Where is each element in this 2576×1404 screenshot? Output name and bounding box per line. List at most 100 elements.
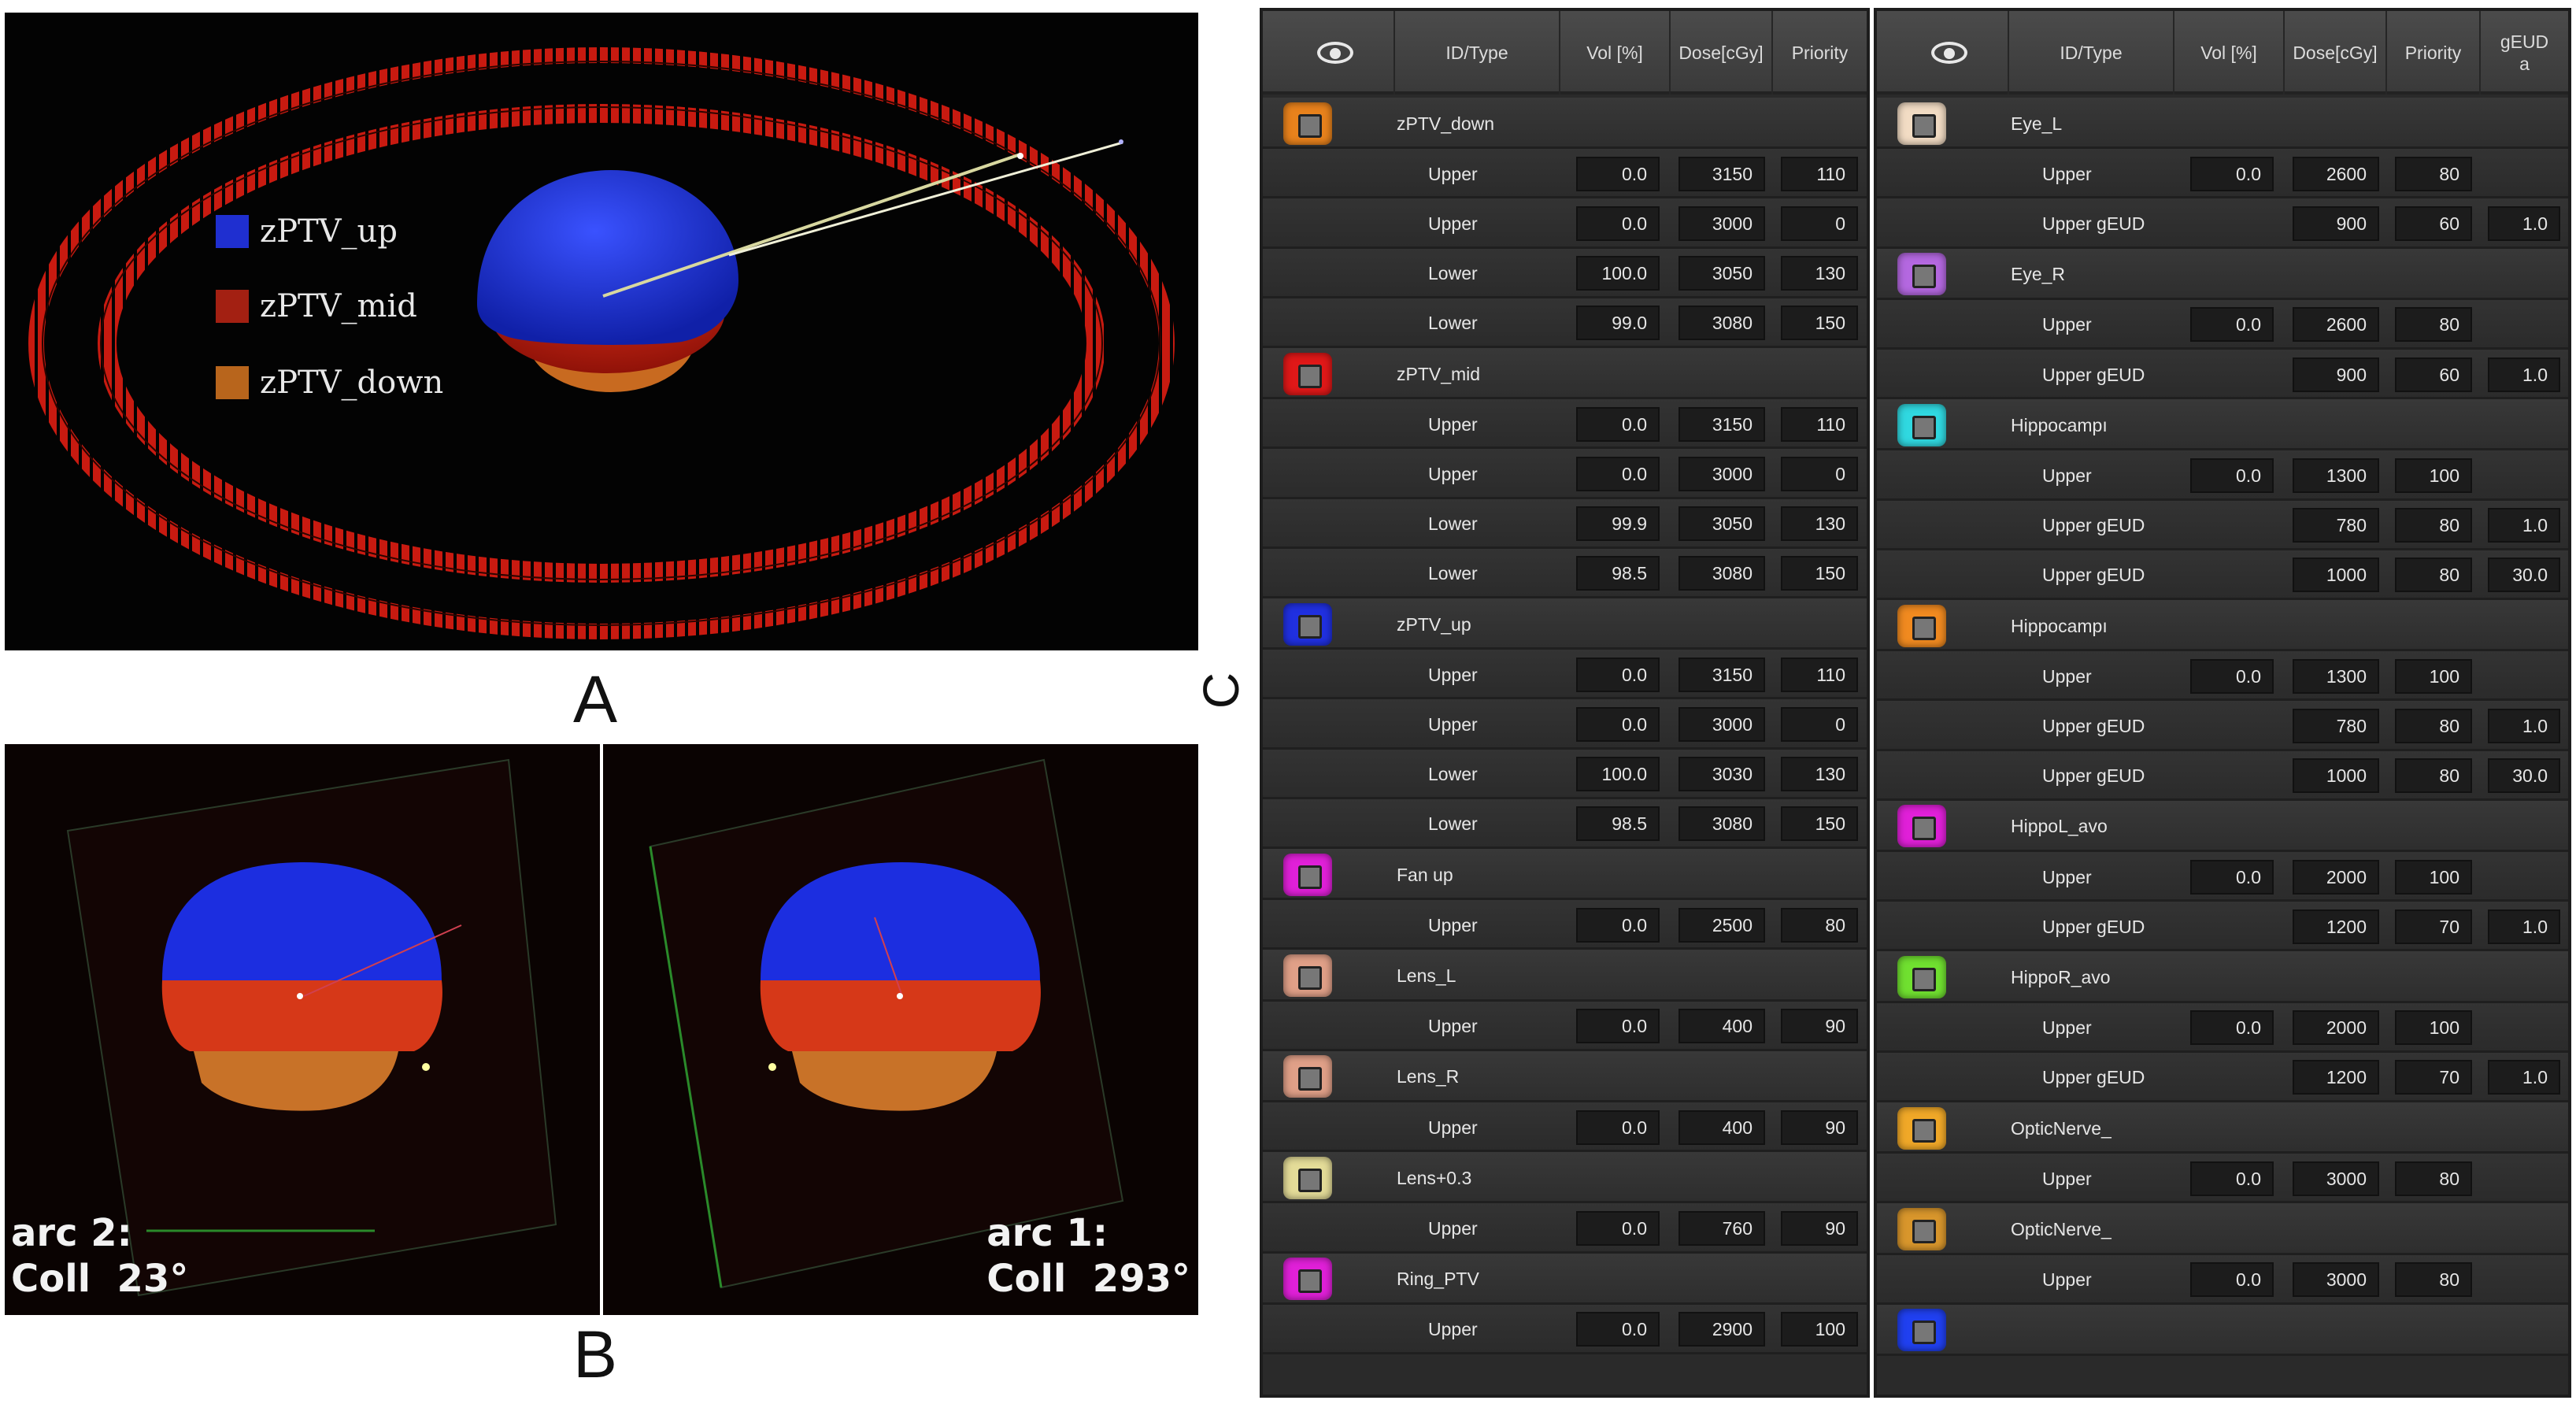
dose-field[interactable]: 1300 xyxy=(2293,658,2379,694)
geud-a-field[interactable]: 1.0 xyxy=(2488,357,2560,392)
constraint-row[interactable]: Lower 99.9 3050 130 xyxy=(1263,498,1867,549)
constraint-row[interactable]: Upper 0.0 1300 100 xyxy=(1877,450,2568,501)
constraint-row[interactable]: Upper 0.0 2500 80 xyxy=(1263,900,1867,950)
priority-field[interactable]: 0 xyxy=(1781,706,1858,742)
volume-field[interactable]: 0.0 xyxy=(1576,456,1660,491)
volume-field[interactable]: 0.0 xyxy=(1576,907,1660,943)
dose-field[interactable]: 2500 xyxy=(1678,907,1765,943)
constraint-row[interactable]: Upper gEUD 780 80 1.0 xyxy=(1877,500,2568,550)
structure-color-toggle[interactable] xyxy=(1283,1156,1332,1199)
constraint-row[interactable]: Upper gEUD 1000 80 30.0 xyxy=(1877,550,2568,600)
priority-field[interactable]: 100 xyxy=(2395,658,2472,694)
priority-field[interactable]: 60 xyxy=(2395,206,2472,241)
dose-field[interactable]: 400 xyxy=(1678,1009,1765,1044)
constraint-row[interactable]: Upper 0.0 760 90 xyxy=(1263,1203,1867,1254)
structure-color-toggle[interactable] xyxy=(1283,954,1332,997)
structure-row[interactable]: Fan up xyxy=(1263,849,1867,901)
structure-color-toggle[interactable] xyxy=(1897,1106,1946,1150)
constraint-row[interactable]: Lower 98.5 3080 150 xyxy=(1263,798,1867,849)
structure-color-toggle[interactable] xyxy=(1283,352,1332,395)
dose-field[interactable]: 1000 xyxy=(2293,558,2379,593)
dose-field[interactable]: 2000 xyxy=(2293,1010,2379,1046)
dose-field[interactable]: 3080 xyxy=(1678,806,1765,842)
structure-row[interactable]: Lens+0.3 xyxy=(1263,1152,1867,1204)
volume-field[interactable]: 0.0 xyxy=(2190,658,2274,694)
dose-field[interactable]: 3050 xyxy=(1678,256,1765,291)
panel-b-left-view[interactable]: arc 2: Coll 23° xyxy=(5,744,600,1315)
constraint-row[interactable]: Upper gEUD 900 60 1.0 xyxy=(1877,350,2568,400)
priority-field[interactable]: 80 xyxy=(2395,558,2472,593)
priority-field[interactable]: 80 xyxy=(2395,708,2472,743)
constraint-row[interactable]: Upper 0.0 2600 80 xyxy=(1877,149,2568,199)
priority-field[interactable]: 60 xyxy=(2395,357,2472,392)
constraint-row[interactable]: Upper 0.0 400 90 xyxy=(1263,1102,1867,1153)
priority-field[interactable]: 90 xyxy=(1781,1210,1858,1246)
dose-field[interactable]: 780 xyxy=(2293,508,2379,543)
constraint-row[interactable]: Upper 0.0 3000 0 xyxy=(1263,198,1867,249)
constraint-row[interactable]: Upper 0.0 2000 100 xyxy=(1877,1002,2568,1053)
volume-field[interactable]: 100.0 xyxy=(1576,256,1660,291)
volume-field[interactable]: 0.0 xyxy=(2190,307,2274,343)
constraint-row[interactable]: Upper 0.0 1300 100 xyxy=(1877,651,2568,702)
priority-field[interactable]: 80 xyxy=(2395,1161,2472,1196)
priority-field[interactable]: 90 xyxy=(1781,1009,1858,1044)
constraint-row[interactable]: Upper 0.0 3000 0 xyxy=(1263,449,1867,499)
dose-field[interactable]: 3080 xyxy=(1678,306,1765,341)
priority-field[interactable]: 150 xyxy=(1781,806,1858,842)
structure-color-toggle[interactable] xyxy=(1283,102,1332,145)
priority-field[interactable]: 100 xyxy=(2395,458,2472,493)
dose-field[interactable]: 2900 xyxy=(1678,1312,1765,1347)
visibility-header[interactable] xyxy=(1891,11,2009,94)
dose-field[interactable]: 1300 xyxy=(2293,458,2379,493)
priority-field[interactable]: 150 xyxy=(1781,306,1858,341)
geud-a-field[interactable]: 1.0 xyxy=(2488,708,2560,743)
structure-row[interactable]: zPTV_mid xyxy=(1263,348,1867,400)
panel-b-right-view[interactable]: arc 1: Coll 293° xyxy=(603,744,1198,1315)
priority-field[interactable]: 150 xyxy=(1781,556,1858,591)
volume-field[interactable]: 0.0 xyxy=(1576,657,1660,692)
volume-field[interactable]: 0.0 xyxy=(2190,1262,2274,1298)
structure-color-toggle[interactable] xyxy=(1897,1207,1946,1250)
constraint-row[interactable]: Upper gEUD 1200 70 1.0 xyxy=(1877,902,2568,952)
constraint-row[interactable]: Lower 100.0 3050 130 xyxy=(1263,248,1867,298)
constraint-row[interactable]: Lower 98.5 3080 150 xyxy=(1263,548,1867,598)
constraint-row[interactable]: Upper gEUD 1200 70 1.0 xyxy=(1877,1052,2568,1102)
volume-field[interactable]: 0.0 xyxy=(2190,859,2274,895)
volume-field[interactable]: 0.0 xyxy=(1576,1109,1660,1145)
priority-field[interactable]: 130 xyxy=(1781,757,1858,792)
constraint-row[interactable]: Upper 0.0 3150 110 xyxy=(1263,399,1867,450)
structure-color-toggle[interactable] xyxy=(1283,1258,1332,1301)
dose-field[interactable]: 1000 xyxy=(2293,758,2379,794)
dose-field[interactable]: 3050 xyxy=(1678,506,1765,542)
structure-color-toggle[interactable] xyxy=(1283,602,1332,646)
constraint-row[interactable]: Upper 0.0 2000 100 xyxy=(1877,852,2568,902)
constraint-row[interactable]: Upper 0.0 400 90 xyxy=(1263,1001,1867,1051)
constraint-row[interactable]: Upper gEUD 1000 80 30.0 xyxy=(1877,750,2568,801)
priority-field[interactable]: 80 xyxy=(2395,1262,2472,1298)
priority-field[interactable]: 0 xyxy=(1781,206,1858,241)
priority-field[interactable]: 100 xyxy=(1781,1312,1858,1347)
structure-row[interactable]: Lens_R xyxy=(1263,1050,1867,1102)
dose-field[interactable]: 3150 xyxy=(1678,406,1765,442)
dose-field[interactable]: 2600 xyxy=(2293,307,2379,343)
structure-row[interactable] xyxy=(1877,1304,2568,1356)
dose-field[interactable]: 3000 xyxy=(1678,456,1765,491)
structure-color-toggle[interactable] xyxy=(1283,1055,1332,1098)
dose-field[interactable]: 3080 xyxy=(1678,556,1765,591)
constraint-row[interactable]: Upper 0.0 3150 110 xyxy=(1263,650,1867,700)
constraint-row[interactable]: Upper gEUD 780 80 1.0 xyxy=(1877,701,2568,751)
volume-field[interactable]: 0.0 xyxy=(1576,1009,1660,1044)
dose-field[interactable]: 3030 xyxy=(1678,757,1765,792)
dose-field[interactable]: 760 xyxy=(1678,1210,1765,1246)
volume-field[interactable]: 0.0 xyxy=(2190,1161,2274,1196)
volume-field[interactable]: 0.0 xyxy=(1576,156,1660,191)
structure-color-toggle[interactable] xyxy=(1897,1309,1946,1352)
priority-field[interactable]: 80 xyxy=(2395,758,2472,794)
priority-field[interactable]: 80 xyxy=(1781,907,1858,943)
constraint-row[interactable]: Upper 0.0 3000 80 xyxy=(1877,1154,2568,1204)
geud-a-field[interactable]: 1.0 xyxy=(2488,909,2560,944)
priority-field[interactable]: 110 xyxy=(1781,156,1858,191)
structure-row[interactable]: zPTV_up xyxy=(1263,598,1867,650)
structure-color-toggle[interactable] xyxy=(1897,102,1946,145)
volume-field[interactable]: 0.0 xyxy=(1576,206,1660,241)
